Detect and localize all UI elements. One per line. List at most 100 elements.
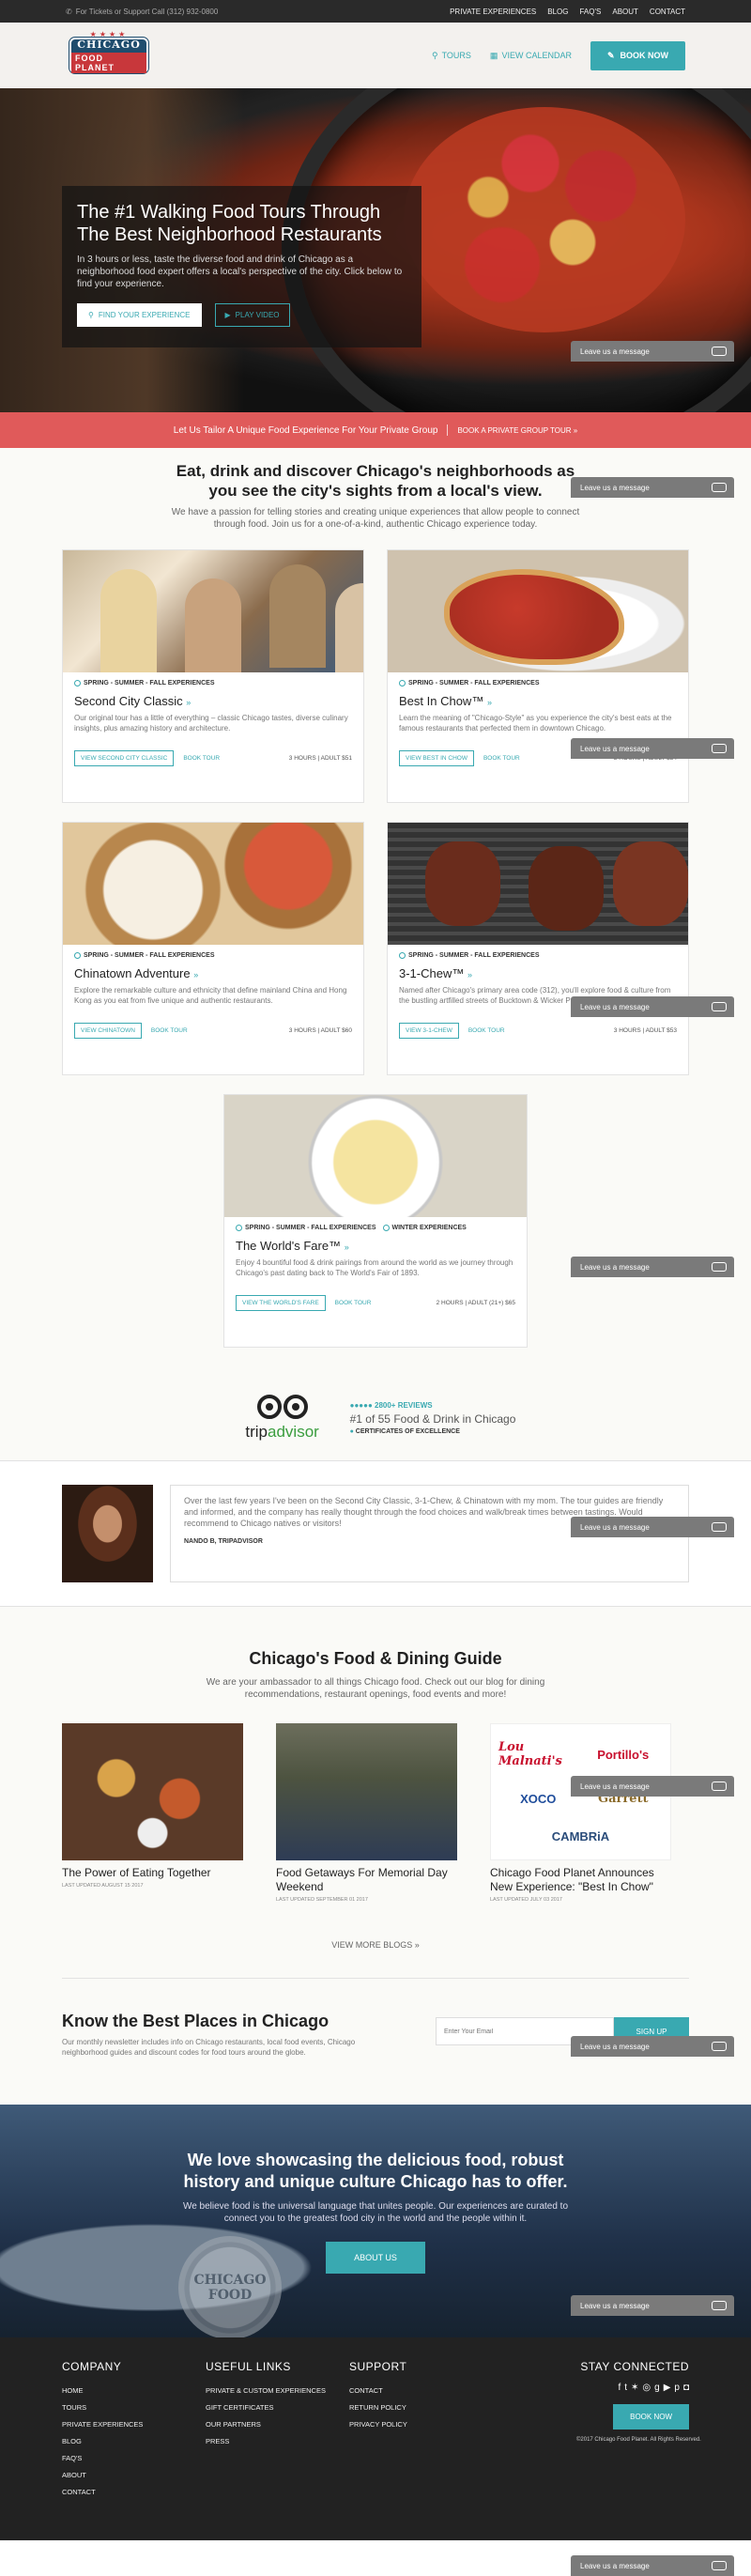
chat-bubble-icon [712,1782,727,1791]
book-tour-link[interactable]: BOOK TOUR [483,755,520,762]
top-link-about[interactable]: ABOUT [612,8,638,16]
view-tour-button[interactable]: VIEW SECOND CITY CLASSIC [74,750,175,766]
view-tour-button[interactable]: VIEW 3-1-CHEW [399,1023,459,1039]
about-us-button[interactable]: ABOUT US [326,2242,425,2274]
view-tour-button[interactable]: VIEW THE WORLD'S FARE [236,1295,326,1311]
tour-title[interactable]: Chinatown Adventure » [74,966,352,980]
footer-link-home[interactable]: HOME [62,2386,84,2395]
tour-card: SPRING - SUMMER - FALL EXPERIENCES Secon… [62,549,364,803]
phone-icon: ✆ [66,7,72,16]
pinterest-icon[interactable]: p [674,2383,680,2393]
chat-bubble-icon [712,1002,727,1011]
leave-message-widget[interactable]: Leave us a message [571,2036,734,2057]
blog-post-title[interactable]: Chicago Food Planet Announces New Experi… [490,1866,671,1894]
tour-title[interactable]: Second City Classic » [74,694,352,708]
newsletter-title: Know the Best Places in Chicago [62,2012,330,2030]
view-tour-button[interactable]: VIEW CHINATOWN [74,1023,142,1039]
tour-duration-price: 3 HOURS | ADULT $53 [613,1027,677,1034]
intro-section: Eat, drink and discover Chicago's neighb… [0,448,751,549]
footer-link-press[interactable]: PRESS [206,2437,229,2445]
tour-title[interactable]: The World's Fare™ » [236,1239,515,1253]
blog-post[interactable]: The Power of Eating Together LAST UPDATE… [62,1723,243,1903]
google-plus-icon[interactable]: g [654,2383,660,2393]
book-private-group-link[interactable]: BOOK A PRIVATE GROUP TOUR » [457,426,577,435]
footer-link-blog[interactable]: BLOG [62,2437,82,2445]
footer-link-privacy-policy[interactable]: PRIVACY POLICY [349,2420,407,2429]
book-now-button[interactable]: ✎ BOOK NOW [590,40,685,70]
footer-stay-connected: STAY CONNECTED f t ✶ ◎ g ▶ p ◘ BOOK NOW … [576,2360,701,2443]
blog-post[interactable]: Food Getaways For Memorial Day Weekend L… [276,1723,457,1903]
footer-link-faqs[interactable]: FAQ'S [62,2454,82,2462]
book-tour-link[interactable]: BOOK TOUR [151,1027,188,1034]
footer-link-contact[interactable]: CONTACT [62,2488,96,2496]
yelp-icon[interactable]: ✶ [631,2383,638,2393]
tripadvisor-icon[interactable]: ◎ [642,2383,651,2393]
nav-tours[interactable]: ⚲ TOURS [432,51,471,61]
footer-link-return-policy[interactable]: RETURN POLICY [349,2403,406,2412]
footer-link-support-contact[interactable]: CONTACT [349,2386,383,2395]
footer-link-partners[interactable]: OUR PARTNERS [206,2420,261,2429]
site-logo[interactable]: ★★★★ CHICAGO FOOD PLANET [66,30,152,81]
view-more-blogs-link[interactable]: VIEW MORE BLOGS » [62,1940,689,1950]
leave-message-widget[interactable]: Leave us a message [571,1517,734,1537]
tour-duration-price: 2 HOURS | ADULT (21+) $65 [436,1300,515,1306]
hero-overlay: The #1 Walking Food Tours Through The Be… [62,186,421,347]
footer-link-about[interactable]: ABOUT [62,2471,86,2479]
social-icons: f t ✶ ◎ g ▶ p ◘ [576,2383,689,2393]
leave-message-widget[interactable]: Leave us a message [571,2295,734,2316]
divider [62,1978,689,1979]
footer-link-gift-certificates[interactable]: GIFT CERTIFICATES [206,2403,274,2412]
hero-banner: The #1 Walking Food Tours Through The Be… [0,88,751,412]
support-phone[interactable]: ✆ For Tickets or Support Call (312) 932-… [66,8,218,16]
top-link-private-experiences[interactable]: PRIVATE EXPERIENCES [450,8,536,16]
blog-post[interactable]: Lou Malnati's Portillo's XOCO Garrett CA… [490,1723,671,1903]
calendar-icon: ▦ [489,50,498,60]
private-group-banner: Let Us Tailor A Unique Food Experience F… [0,412,751,448]
tour-image[interactable] [388,823,688,945]
tour-title[interactable]: Best In Chow™ » [399,694,677,708]
top-link-contact[interactable]: CONTACT [650,8,685,16]
book-tour-link[interactable]: BOOK TOUR [468,1027,505,1034]
tour-image[interactable] [63,550,363,672]
leave-message-widget[interactable]: Leave us a message [571,1257,734,1277]
blog-post-title[interactable]: Food Getaways For Memorial Day Weekend [276,1866,457,1894]
top-link-blog[interactable]: BLOG [547,8,568,16]
blog-post-date: LAST UPDATED JULY 03 2017 [490,1897,562,1903]
tour-image[interactable] [388,550,688,672]
footer-link-private-custom[interactable]: PRIVATE & CUSTOM EXPERIENCES [206,2386,326,2395]
leave-message-widget[interactable]: Leave us a message [571,738,734,759]
tour-image[interactable] [63,823,363,945]
view-tour-button[interactable]: VIEW BEST IN CHOW [399,750,474,766]
blog-post-image[interactable] [276,1723,457,1860]
blog-post-image[interactable] [62,1723,243,1860]
instagram-icon[interactable]: ◘ [683,2383,689,2393]
leave-message-widget[interactable]: Leave us a message [571,477,734,498]
leave-message-widget[interactable]: Leave us a message [571,2555,734,2576]
leave-message-widget[interactable]: Leave us a message [571,341,734,362]
footer-book-now-button[interactable]: BOOK NOW [613,2404,689,2429]
facebook-icon[interactable]: f [618,2383,621,2393]
book-tour-link[interactable]: BOOK TOUR [183,755,220,762]
tour-card: SPRING - SUMMER - FALL EXPERIENCES Best … [387,549,689,803]
intro-text: We have a passion for telling stories an… [171,507,580,530]
youtube-icon[interactable]: ▶ [664,2383,671,2393]
find-experience-button[interactable]: ⚲ FIND YOUR EXPERIENCE [77,303,202,327]
tour-image[interactable] [224,1095,527,1217]
blog-post-date: LAST UPDATED AUGUST 15 2017 [62,1883,144,1889]
tour-title[interactable]: 3-1-Chew™ » [399,966,677,980]
chat-bubble-icon [712,483,727,492]
hero-pizza [404,107,685,332]
footer-link-tours[interactable]: TOURS [62,2403,86,2412]
leave-message-widget[interactable]: Leave us a message [571,996,734,1017]
book-tour-link[interactable]: BOOK TOUR [335,1300,372,1306]
newsletter-text: Our monthly newsletter includes info on … [62,2038,356,2057]
play-video-button[interactable]: ▶ PLAY VIDEO [214,303,290,327]
top-link-faqs[interactable]: FAQ'S [579,8,601,16]
nav-view-calendar[interactable]: ▦ VIEW CALENDAR [490,51,572,61]
chat-bubble-icon [712,1262,727,1272]
twitter-icon[interactable]: t [624,2383,627,2393]
leave-message-widget[interactable]: Leave us a message [571,1776,734,1797]
footer-link-private-experiences[interactable]: PRIVATE EXPERIENCES [62,2420,143,2429]
blog-post-title[interactable]: The Power of Eating Together [62,1866,243,1880]
tripadvisor-logo[interactable]: tripadvisor [236,1395,330,1442]
